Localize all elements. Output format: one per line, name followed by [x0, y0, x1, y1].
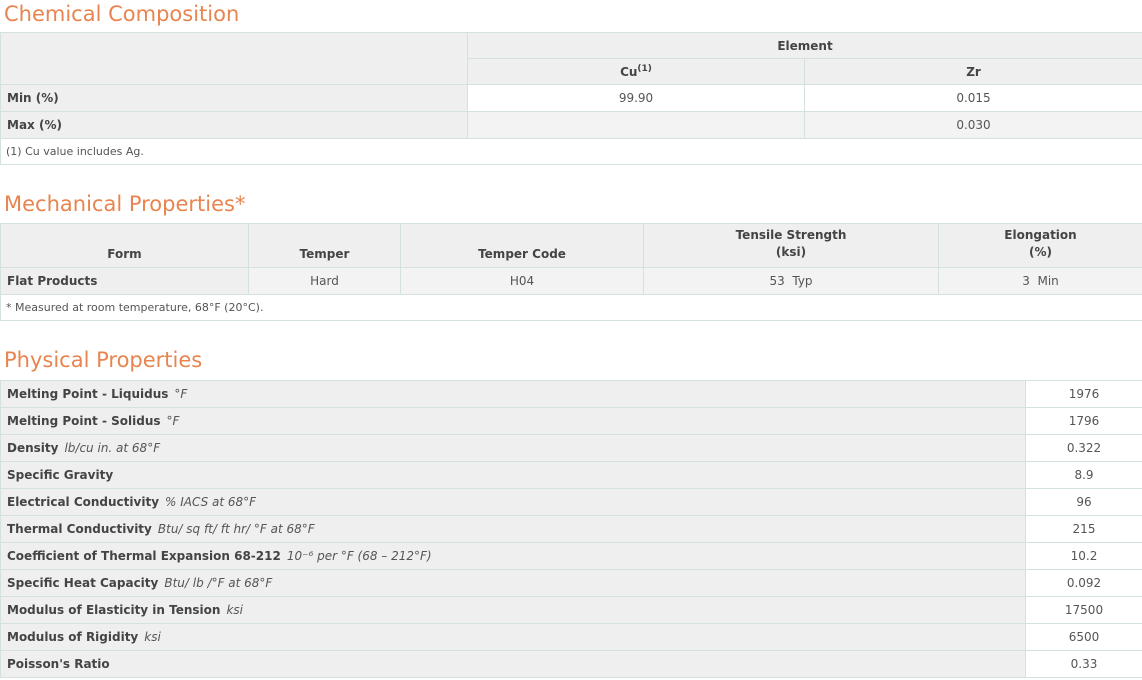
property-value: 10.2: [1025, 542, 1142, 570]
table-row: Electrical Conductivity % IACS at 68°F 96: [0, 488, 1142, 516]
property-name: Modulus of Rigidity: [7, 630, 139, 644]
header-elongation: Elongation (%): [938, 223, 1142, 268]
table-row: Poisson's Ratio 0.33: [0, 650, 1142, 678]
table-row: Min (%) 99.90 0.015: [0, 84, 1142, 112]
property-unit: Btu/ lb /°F at 68°F: [164, 576, 273, 590]
chemical-composition-title: Chemical Composition: [4, 2, 240, 26]
property-value: 0.322: [1025, 434, 1142, 462]
element-column-zr: Zr: [804, 58, 1142, 85]
header-tensile-strength: Tensile Strength (ksi): [643, 223, 939, 268]
cell-value: 53 Typ: [643, 267, 939, 295]
mechanical-properties-title: Mechanical Properties*: [4, 192, 246, 216]
property-name: Density: [7, 441, 59, 455]
property-label-cell: Modulus of Rigidity ksi: [0, 623, 1026, 651]
property-unit: ksi: [226, 603, 243, 617]
row-label: Max (%): [0, 111, 468, 139]
footnote: (1) Cu value includes Ag.: [0, 138, 1142, 165]
property-label-cell: Poisson's Ratio: [0, 650, 1026, 678]
header-line: Tensile Strength: [735, 228, 847, 242]
cell-value: 3 Min: [938, 267, 1142, 295]
cell-value: 0.015: [804, 84, 1142, 112]
property-label-cell: Thermal Conductivity Btu/ sq ft/ ft hr/ °…: [0, 515, 1026, 543]
property-unit: 10⁻⁶ per °F (68 – 212°F): [286, 549, 432, 563]
table-row: Specific Gravity 8.9: [0, 461, 1142, 489]
footnote: * Measured at room temperature, 68°F (20…: [0, 294, 1142, 321]
property-value: 1796: [1025, 407, 1142, 435]
property-name: Melting Point - Liquidus: [7, 387, 169, 401]
property-label-cell: Coefficient of Thermal Expansion 68-212 1…: [0, 542, 1026, 570]
chemical-composition-table: Element Cu(1) Zr Min (%) 99.90 0.015 Max…: [0, 32, 1142, 165]
header-line: (ksi): [775, 245, 807, 259]
property-unit: ksi: [144, 630, 161, 644]
property-name: Thermal Conductivity: [7, 522, 152, 536]
property-value: 0.33: [1025, 650, 1142, 678]
header-temper: Temper: [248, 223, 401, 268]
property-unit: °F: [166, 414, 180, 428]
element-symbol: Zr: [966, 64, 981, 79]
cell-value: [467, 111, 805, 139]
physical-properties-table: Melting Point - Liquidus °F 1976 Melting Po…: [0, 380, 1142, 678]
table-row: Melting Point - Liquidus °F 1976: [0, 380, 1142, 408]
table-row: Modulus of Rigidity ksi 6500: [0, 623, 1142, 651]
table-row: Melting Point - Solidus °F 1796: [0, 407, 1142, 435]
mechanical-properties-table: Form Temper Temper Code Tensile Strength…: [0, 223, 1142, 321]
cell-value: 99.90: [467, 84, 805, 112]
property-name: Specific Gravity: [7, 468, 114, 482]
element-footnote-ref: (1): [637, 64, 652, 74]
property-name: Melting Point - Solidus: [7, 414, 161, 428]
row-label: Min (%): [0, 84, 468, 112]
property-name: Poisson's Ratio: [7, 657, 110, 671]
table-row: Max (%) 0.030: [0, 111, 1142, 139]
cell-value: Hard: [248, 267, 401, 295]
row-label: Flat Products: [0, 267, 249, 295]
table-row: Coefficient of Thermal Expansion 68-212 1…: [0, 542, 1142, 570]
property-label-cell: Melting Point - Liquidus °F: [0, 380, 1026, 408]
property-value: 0.092: [1025, 569, 1142, 597]
mechanical-properties-section: Mechanical Properties* Form Temper Tempe…: [0, 190, 1142, 321]
header-form: Form: [0, 223, 249, 268]
property-name: Electrical Conductivity: [7, 495, 160, 509]
table-row: Specific Heat Capacity Btu/ lb /°F at 68°…: [0, 569, 1142, 597]
table-row: Flat Products Hard H04 53 Typ 3 Min: [0, 267, 1142, 295]
property-value: 1976: [1025, 380, 1142, 408]
property-name: Coefficient of Thermal Expansion 68-212: [7, 549, 281, 563]
property-label-cell: Modulus of Elasticity in Tension ksi: [0, 596, 1026, 624]
cell-value: H04: [400, 267, 644, 295]
element-symbol: Cu: [620, 65, 638, 79]
element-column-cu: Cu(1): [467, 58, 805, 85]
header-line: (%): [1029, 245, 1052, 259]
chem-corner-cell: [0, 32, 468, 85]
chemical-composition-section: Chemical Composition Element Cu(1) Zr Mi…: [0, 0, 1142, 165]
property-unit: lb/cu in. at 68°F: [64, 441, 161, 455]
property-unit: Btu/ sq ft/ ft hr/ °F at 68°F: [157, 522, 315, 536]
physical-properties-section: Physical Properties Melting Point - Liqu…: [0, 346, 1142, 678]
property-label-cell: Density lb/cu in. at 68°F: [0, 434, 1026, 462]
property-label-cell: Electrical Conductivity % IACS at 68°F: [0, 488, 1026, 516]
property-label-cell: Specific Heat Capacity Btu/ lb /°F at 68°…: [0, 569, 1026, 597]
property-unit: °F: [174, 387, 188, 401]
property-label-cell: Melting Point - Solidus °F: [0, 407, 1026, 435]
property-value: 6500: [1025, 623, 1142, 651]
physical-properties-title: Physical Properties: [4, 348, 203, 372]
cell-value: 0.030: [804, 111, 1142, 139]
property-value: 8.9: [1025, 461, 1142, 489]
property-label-cell: Specific Gravity: [0, 461, 1026, 489]
table-row: Modulus of Elasticity in Tension ksi 17500: [0, 596, 1142, 624]
header-line: Elongation: [1004, 228, 1077, 242]
table-row: Density lb/cu in. at 68°F 0.322: [0, 434, 1142, 462]
property-name: Specific Heat Capacity: [7, 576, 159, 590]
property-name: Modulus of Elasticity in Tension: [7, 603, 221, 617]
property-value: 96: [1025, 488, 1142, 516]
element-header: Element: [467, 32, 1142, 59]
table-row: Thermal Conductivity Btu/ sq ft/ ft hr/ °…: [0, 515, 1142, 543]
property-value: 215: [1025, 515, 1142, 543]
property-unit: % IACS at 68°F: [165, 495, 257, 509]
header-temper-code: Temper Code: [400, 223, 644, 268]
property-value: 17500: [1025, 596, 1142, 624]
